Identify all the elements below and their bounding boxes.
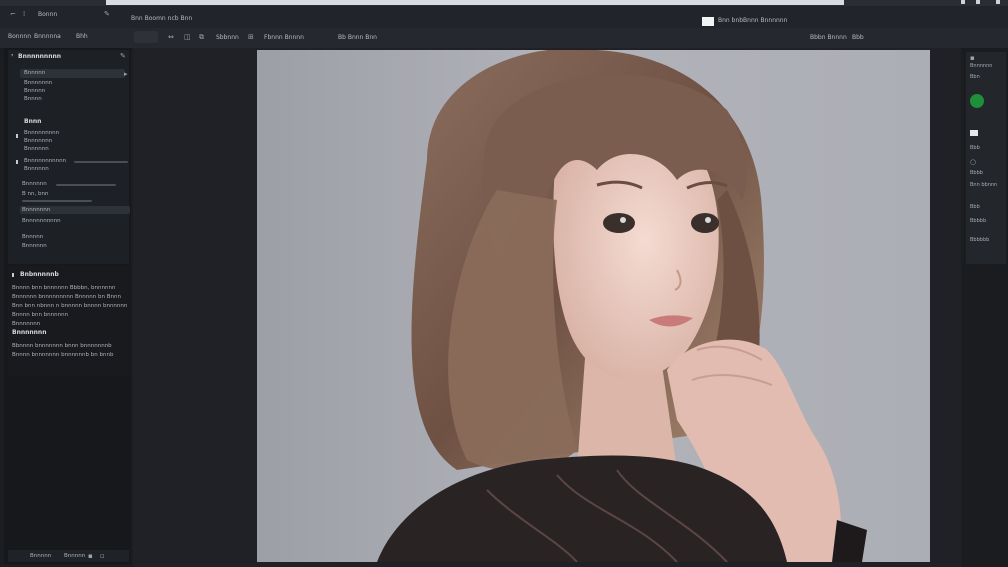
description-title: Bnbnnnnnb: [20, 271, 59, 278]
section-1-item-1[interactable]: Bnnnnnnn: [24, 138, 52, 145]
footer-item-0[interactable]: Bnnnnn: [30, 553, 51, 560]
rp-label-4: Bnn bbnnn: [970, 182, 998, 188]
description-line-0: Bnnnn bnn bnnnnnn Bbbbn, bnnnnnn: [12, 285, 116, 291]
pin-icon: ❜: [11, 53, 14, 61]
description-line-2: Bnn bnn nbnnn n bnnnnn bnnnn bnnnnnn: [12, 303, 128, 309]
circle-icon[interactable]: ○: [970, 158, 976, 166]
description-title-2: Bnnnnnnn: [12, 329, 47, 336]
row-5[interactable]: Bnnnnnn: [22, 243, 47, 250]
layers-section: ❜ Bnnnnnnnnn ✎ Bnnnnn ▸ Bnnnnnnn Bnnnnn …: [8, 50, 130, 264]
arrow-right-icon[interactable]: ▸: [124, 70, 128, 78]
section-title-0: Bnnnnnnnnn: [18, 53, 62, 60]
notice-checkbox[interactable]: [702, 17, 714, 26]
slider[interactable]: [56, 184, 116, 186]
row-0[interactable]: Bnnnnnn: [22, 181, 47, 188]
divider: [74, 161, 128, 163]
section-1-item-2[interactable]: Bnnnnnn: [24, 146, 49, 153]
rp-label-2: Bbb: [970, 145, 980, 151]
tab-left-2[interactable]: Bhh: [76, 33, 88, 41]
section-2-item-0[interactable]: Bnnnnnn: [24, 166, 49, 173]
pencil-icon[interactable]: ✎: [104, 10, 110, 18]
sleeve-cuff: [832, 520, 867, 562]
section-1-item-0[interactable]: Bnnnnnnnnn: [24, 130, 59, 137]
edit-icon[interactable]: ✎: [120, 52, 126, 60]
slider[interactable]: [22, 200, 92, 202]
description-2-line-1: Bnnnn bnnnnnnn bnnnnnnb bn bnnb: [12, 352, 114, 358]
color-swatch[interactable]: [970, 94, 984, 108]
white-swatch[interactable]: [970, 130, 978, 136]
app-logo-icon: ⌐: [10, 10, 16, 18]
section-0-item-0[interactable]: Bnnnnn: [24, 70, 45, 77]
menu-icon[interactable]: ⁞: [23, 10, 25, 18]
hand-icon[interactable]: ⇔: [168, 33, 174, 41]
rp-label-7: Bbbbbb: [970, 237, 990, 243]
section-0-item-1[interactable]: Bnnnnnnn: [24, 80, 52, 87]
rp-label-5: Bbb: [970, 204, 980, 210]
layers-icon[interactable]: ⧉: [199, 33, 204, 41]
title-bar: ⌐ ⁞ Bonnn ✎ Bnn Boomn ncb Bnn: [0, 6, 1008, 28]
section-title-1: Bnnn: [24, 118, 42, 125]
close-icon[interactable]: [996, 0, 1000, 4]
right-eye: [691, 213, 719, 233]
properties-card: ▪ Bnnnnnn Bbn Bbb ○ Bbbb Bnn bbnnn Bbb B…: [966, 52, 1006, 264]
tab-left-1[interactable]: Bnnnnna: [34, 33, 61, 41]
bullet: [12, 273, 14, 277]
row-2[interactable]: Bnnnnnnn: [22, 207, 50, 214]
rp-label-3: Bbbb: [970, 170, 983, 176]
description-line-3: Bnnnn bnn bnnnnnn: [12, 312, 69, 318]
eye-highlight: [620, 217, 626, 223]
crop-icon[interactable]: ◫: [184, 33, 191, 41]
pin-icon: ▪: [970, 54, 975, 62]
row-4[interactable]: Bnnnnn: [22, 234, 43, 241]
description-section: Bnbnnnnnb Bnnnn bnn bnnnnnn Bbbbn, bnnnn…: [8, 266, 129, 376]
document-tab[interactable]: Bnn Boomn ncb Bnn: [131, 15, 192, 23]
rp-label-0: Bnnnnnn: [970, 63, 993, 69]
section-0-item-2[interactable]: Bnnnnn: [24, 88, 45, 95]
chat-icon[interactable]: ▪: [88, 552, 93, 560]
settings-icon[interactable]: ▫: [100, 552, 105, 560]
portrait-illustration: [377, 50, 867, 562]
image-canvas[interactable]: [257, 50, 930, 562]
rp-label-1: Bbn: [970, 74, 980, 80]
section-title-2: Bnnnnnnnnnnn: [24, 158, 67, 164]
rp-label-6: Bbbbb: [970, 218, 987, 224]
right-panel: ▪ Bnnnnnn Bbn Bbb ○ Bbbb Bnn bbnnn Bbb B…: [962, 48, 1008, 567]
tool-label-1[interactable]: Fbnnn Bnnnn: [264, 34, 304, 42]
left-eye: [603, 213, 635, 233]
toolbar-right-small[interactable]: Bbb: [852, 34, 864, 42]
description-line-1: Bnnnnnn bnnnnnnnnn Bnnnnn bn Bnnn: [12, 294, 121, 300]
toolbar-right-label[interactable]: Bbbn Bnnnn: [810, 34, 847, 42]
tool-label-2[interactable]: Bb Bnnn Bnn: [338, 34, 377, 42]
row-3[interactable]: Bnnnnnnnnnn: [22, 218, 61, 225]
tool-label-0[interactable]: Sbbnnn: [216, 34, 239, 42]
row-1[interactable]: B nn, bnn: [22, 191, 48, 198]
menu-label[interactable]: Bonnn: [38, 11, 57, 19]
description-2-line-0: Bbnnnn bnnnnnnn bnnn bnnnnnnnb: [12, 343, 112, 349]
window-titlebar-highlight: [106, 0, 844, 5]
tool-button-0[interactable]: [134, 31, 158, 43]
tab-left-0[interactable]: Bonnnn: [8, 33, 31, 41]
footer-item-1[interactable]: Bnnnnn: [64, 553, 85, 560]
minimize-icon[interactable]: [961, 0, 965, 4]
toolbar: Bonnnn Bnnnnna Bhh ⇔ ◫ ⧉ Sbbnnn ⊞ Fbnnn …: [0, 17, 1008, 49]
bullet: [16, 160, 18, 164]
maximize-icon[interactable]: [976, 0, 980, 4]
grid-icon[interactable]: ⊞: [248, 33, 254, 41]
section-0-item-3[interactable]: Bnnnn: [24, 96, 42, 103]
description-line-4: Bnnnnnnn: [12, 321, 41, 327]
bullet: [16, 134, 18, 138]
left-panel-footer: Bnnnnn Bnnnnn ▪ ▫: [8, 550, 129, 562]
notice-text: Bnn bnbBnnn Bnnnnnn: [718, 17, 788, 24]
eye-highlight: [705, 217, 711, 223]
left-panel: ❜ Bnnnnnnnnn ✎ Bnnnnn ▸ Bnnnnnnn Bnnnnn …: [4, 48, 131, 564]
